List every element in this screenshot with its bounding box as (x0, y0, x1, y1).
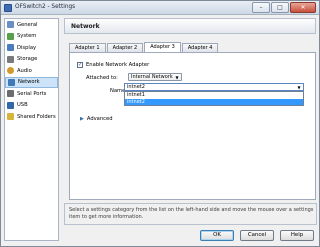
chevron-down-icon: ▼ (297, 85, 301, 90)
sidebar-item-display[interactable]: Display (5, 42, 58, 54)
info-text: Select a settings category from the list… (69, 207, 314, 220)
usb-icon (7, 101, 14, 109)
sidebar-item-label: Shared Folders (17, 113, 56, 120)
sidebar-item-shared-folders[interactable]: Shared Folders (5, 111, 58, 123)
close-button[interactable]: ✕ (290, 2, 316, 13)
page-header: Network (64, 18, 316, 34)
tab-adapter-4[interactable]: Adapter 4 (181, 43, 219, 52)
sidebar-item-label: Audio (17, 67, 32, 74)
sidebar-item-label: USB (17, 102, 28, 109)
network-name-combobox[interactable]: intnet2 ▼ (124, 83, 304, 91)
enable-adapter-row: ✓ Enable Network Adapter (77, 62, 149, 68)
window-title: OFSwitch2 - Settings (15, 4, 76, 10)
sidebar-item-audio[interactable]: Audio (5, 65, 58, 77)
sidebar-item-label: Display (17, 44, 37, 51)
adapter-panel: ✓ Enable Network Adapter Attached to: In… (69, 52, 316, 200)
serial-ports-icon (7, 90, 14, 98)
advanced-toggle[interactable]: ▶ Advanced (80, 116, 112, 122)
sidebar-item-label: Network (18, 79, 40, 86)
network-name-value: intnet2 (127, 84, 145, 90)
shared-folders-icon (7, 113, 14, 121)
sidebar-item-usb[interactable]: USB (5, 100, 58, 112)
dropdown-option-intnet2[interactable]: intnet2 (125, 98, 303, 105)
page-title: Network (71, 23, 100, 30)
enable-adapter-label: Enable Network Adapter (86, 62, 150, 68)
network-name-dropdown: intnet1 intnet2 (124, 91, 304, 106)
tab-adapter-1[interactable]: Adapter 1 (69, 43, 106, 52)
storage-icon (7, 55, 14, 63)
system-icon (7, 32, 14, 40)
network-icon (8, 78, 15, 86)
help-button[interactable]: Help (280, 230, 314, 241)
sidebar-item-label: System (17, 33, 37, 40)
sidebar-item-label: Serial Ports (17, 90, 47, 97)
sidebar-item-storage[interactable]: Storage (5, 54, 58, 66)
expand-arrow-icon: ▶ (80, 116, 84, 122)
settings-window: OFSwitch2 - Settings – □ ✕ General Syste… (0, 0, 320, 247)
tab-adapter-2[interactable]: Adapter 2 (106, 43, 144, 52)
enable-adapter-checkbox[interactable]: ✓ (77, 62, 83, 68)
cancel-button[interactable]: Cancel (240, 230, 274, 241)
adapter-tabs: Adapter 1 Adapter 2 Adapter 3 Adapter 4 (69, 42, 219, 52)
attached-to-value: Internal Network (131, 74, 173, 80)
ok-button[interactable]: OK (200, 230, 234, 241)
settings-category-list: General System Display Storage Audio Net… (4, 18, 59, 241)
audio-icon (7, 67, 14, 75)
settings-page: Network Adapter 1 Adapter 2 Adapter 3 Ad… (64, 18, 317, 200)
virtualbox-icon (4, 4, 12, 12)
minimize-button[interactable]: – (252, 2, 270, 13)
advanced-label: Advanced (86, 116, 113, 122)
chevron-down-icon: ▼ (175, 75, 179, 80)
maximize-button[interactable]: □ (271, 2, 289, 13)
display-icon (7, 44, 14, 52)
title-bar[interactable]: OFSwitch2 - Settings – □ ✕ (1, 1, 319, 15)
sidebar-item-label: Storage (17, 56, 38, 63)
sidebar-item-serial-ports[interactable]: Serial Ports (5, 88, 58, 100)
sidebar-item-system[interactable]: System (5, 31, 58, 43)
sidebar-item-label: General (17, 21, 38, 28)
attached-to-select[interactable]: Internal Network ▼ (128, 73, 182, 81)
window-controls: – □ ✕ (252, 2, 316, 13)
tab-adapter-3[interactable]: Adapter 3 (144, 42, 181, 52)
attached-to-label: Attached to: (86, 75, 118, 81)
sidebar-item-network[interactable]: Network (5, 76, 58, 88)
sidebar-item-general[interactable]: General (5, 19, 58, 31)
info-panel: Select a settings category from the list… (64, 203, 317, 225)
general-icon (7, 21, 14, 29)
